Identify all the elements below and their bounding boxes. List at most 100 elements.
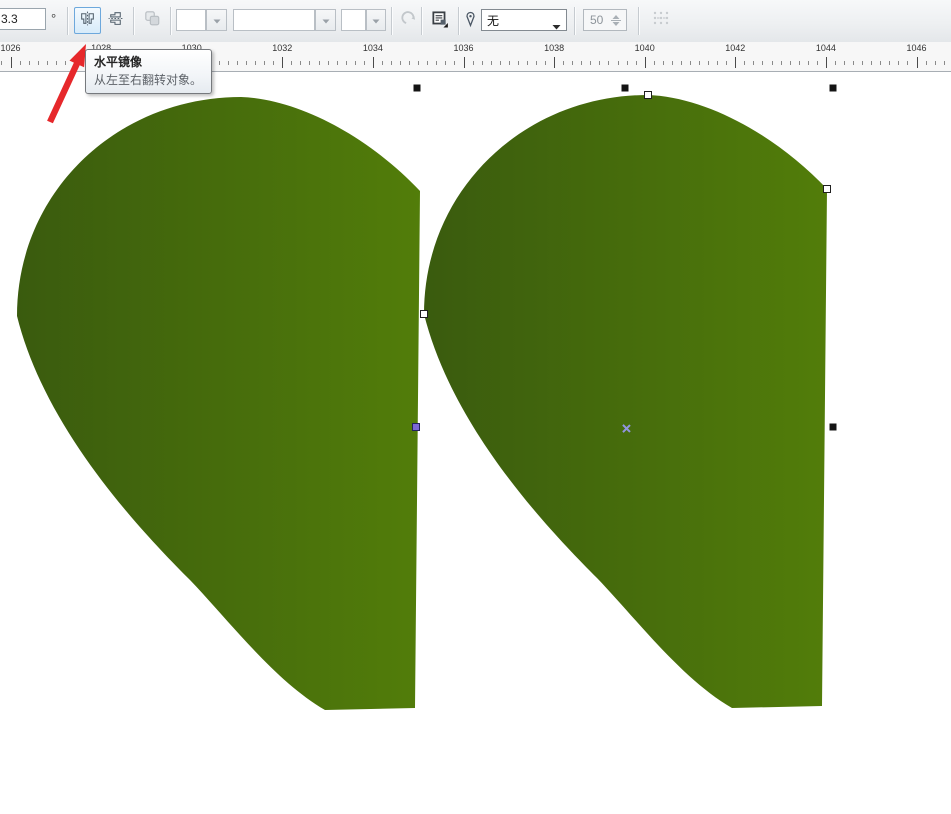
- end-arrowhead-dropdown: [341, 9, 366, 31]
- ruler-minor-tick: [454, 61, 455, 65]
- ruler-minor-tick: [608, 61, 609, 65]
- right-half-heart-shape[interactable]: [424, 95, 827, 708]
- ruler-minor-tick: [581, 61, 582, 65]
- spinner-arrows-icon: [609, 12, 623, 28]
- ruler-minor-tick: [627, 61, 628, 65]
- outline-style-dropdown-arrow: [315, 9, 336, 31]
- toolbar-separator: [67, 7, 68, 35]
- ruler-minor-tick: [337, 61, 338, 65]
- ruler-major-tick: [917, 57, 918, 68]
- end-arrowhead-dropdown-arrow: [366, 9, 386, 31]
- ruler-minor-tick: [20, 61, 21, 65]
- ruler-minor-tick: [545, 61, 546, 65]
- ruler-major-tick: [464, 57, 465, 68]
- ruler-minor-tick: [844, 61, 845, 65]
- transparency-value: 50: [590, 13, 603, 27]
- ruler-minor-tick: [427, 61, 428, 65]
- ruler-major-tick: [826, 57, 827, 68]
- ruler-minor-tick: [29, 61, 30, 65]
- outline-pen-icon: [463, 11, 478, 33]
- ruler-minor-tick: [563, 61, 564, 65]
- ruler-minor-tick: [237, 61, 238, 65]
- ruler-number: 1026: [0, 43, 20, 53]
- tooltip-body: 从左至右翻转对象。: [94, 72, 202, 88]
- start-arrowhead-dropdown: [176, 9, 206, 31]
- ruler-minor-tick: [436, 61, 437, 65]
- ruler-major-tick: [645, 57, 646, 68]
- degree-symbol: °: [51, 11, 56, 26]
- wrap-text-icon: [430, 9, 449, 33]
- ruler-minor-tick: [536, 61, 537, 65]
- ruler-minor-tick: [38, 61, 39, 65]
- ruler-major-tick: [11, 57, 12, 68]
- ruler-minor-tick: [871, 61, 872, 65]
- ruler-minor-tick: [273, 61, 274, 65]
- ruler-minor-tick: [708, 61, 709, 65]
- ruler-minor-tick: [681, 61, 682, 65]
- ruler-minor-tick: [817, 61, 818, 65]
- toolbar-separator: [574, 7, 575, 35]
- shapes-svg: [0, 72, 951, 814]
- ruler-minor-tick: [255, 61, 256, 65]
- weld-shapes-icon: [143, 9, 161, 32]
- property-toolbar: °: [0, 0, 951, 43]
- ruler-minor-tick: [907, 61, 908, 65]
- ruler-number: 1032: [272, 43, 292, 53]
- rotate-copy-button: [395, 7, 422, 34]
- ruler-minor-tick: [346, 61, 347, 65]
- ruler-number: 1034: [363, 43, 383, 53]
- ruler-minor-tick: [364, 61, 365, 65]
- ruler-minor-tick: [744, 61, 745, 65]
- ruler-minor-tick: [898, 61, 899, 65]
- dots-grid-icon: [651, 8, 671, 33]
- ruler-number: 1036: [453, 43, 473, 53]
- ruler-minor-tick: [790, 61, 791, 65]
- ruler-number: 1044: [816, 43, 836, 53]
- outline-width-value: 无: [487, 12, 499, 29]
- ruler-number: 1038: [544, 43, 564, 53]
- ruler-minor-tick: [1, 61, 2, 65]
- left-half-heart-shape[interactable]: [17, 97, 420, 710]
- ruler-minor-tick: [672, 61, 673, 65]
- toolbar-separator: [133, 7, 134, 35]
- toolbar-separator: [458, 7, 459, 35]
- outline-width-dropdown[interactable]: 无: [481, 9, 567, 31]
- ruler-minor-tick: [291, 61, 292, 65]
- ruler-minor-tick: [391, 61, 392, 65]
- ruler-minor-tick: [618, 61, 619, 65]
- ruler-minor-tick: [509, 61, 510, 65]
- ruler-minor-tick: [944, 61, 945, 65]
- tooltip: 水平镜像 从左至右翻转对象。: [85, 49, 212, 94]
- ruler-minor-tick: [690, 61, 691, 65]
- ruler-minor-tick: [935, 61, 936, 65]
- ruler-minor-tick: [500, 61, 501, 65]
- ruler-major-tick: [735, 57, 736, 68]
- mirror-horizontal-button[interactable]: [74, 7, 101, 34]
- rotate-arrow-icon: [400, 9, 418, 32]
- mirror-vertical-button[interactable]: [102, 7, 129, 34]
- ruler-major-tick: [373, 57, 374, 68]
- ruler-minor-tick: [835, 61, 836, 65]
- tooltip-title: 水平镜像: [94, 54, 202, 70]
- chevron-down-icon: [372, 11, 380, 29]
- weld-shapes-button: [138, 7, 165, 34]
- ruler-minor-tick: [781, 61, 782, 65]
- ruler-minor-tick: [772, 61, 773, 65]
- ruler-minor-tick: [473, 61, 474, 65]
- ruler-minor-tick: [808, 61, 809, 65]
- ruler-minor-tick: [753, 61, 754, 65]
- ruler-minor-tick: [572, 61, 573, 65]
- ruler-number: 1046: [906, 43, 926, 53]
- ruler-minor-tick: [264, 61, 265, 65]
- wrap-text-button[interactable]: [426, 7, 453, 34]
- toolbar-separator: [391, 7, 392, 35]
- ruler-minor-tick: [889, 61, 890, 65]
- ruler-minor-tick: [853, 61, 854, 65]
- drawing-canvas[interactable]: [0, 72, 951, 814]
- ruler-minor-tick: [699, 61, 700, 65]
- ruler-minor-tick: [445, 61, 446, 65]
- rotation-angle-input[interactable]: [0, 8, 46, 30]
- ruler-minor-tick: [355, 61, 356, 65]
- ruler-minor-tick: [309, 61, 310, 65]
- ruler-major-tick: [282, 57, 283, 68]
